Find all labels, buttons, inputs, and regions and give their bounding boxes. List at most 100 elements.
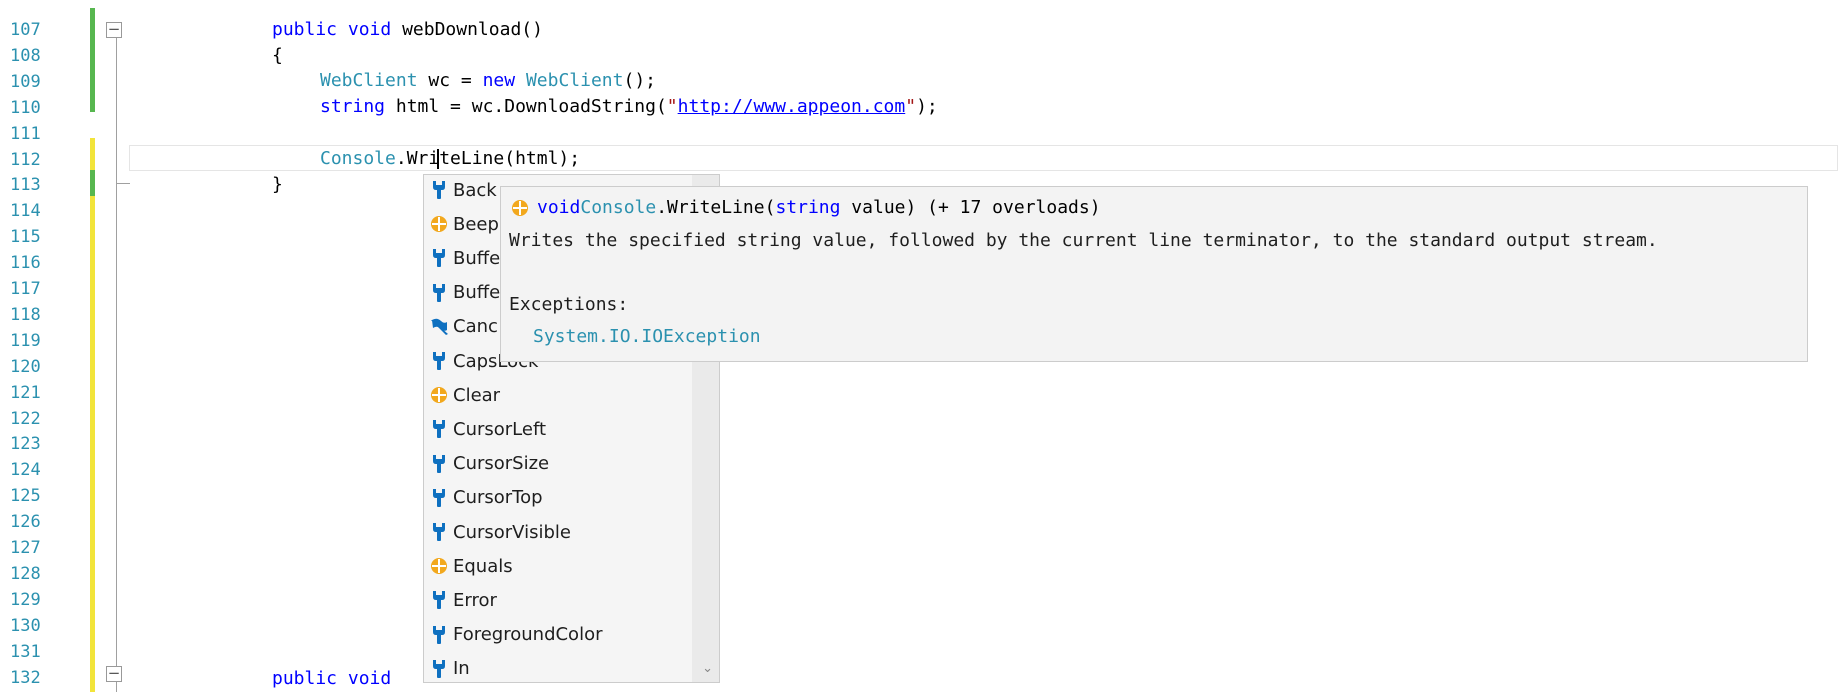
- line-number: 126: [10, 512, 41, 533]
- line-number: 119: [10, 330, 41, 351]
- completion-item[interactable]: Back: [430, 175, 497, 207]
- completion-item-label: Equals: [453, 555, 513, 577]
- property-wrench-icon: [430, 521, 448, 543]
- brace: }: [272, 174, 283, 195]
- completion-item[interactable]: In: [430, 652, 470, 682]
- code-line-132[interactable]: public void: [272, 666, 391, 692]
- property-wrench-icon: [430, 624, 448, 646]
- completion-item-label: Buffe: [453, 247, 501, 269]
- line-number: 116: [10, 253, 41, 274]
- keyword: new: [482, 70, 516, 91]
- quick-info-tooltip: void Console .WriteLine(string value) (+ …: [500, 186, 1808, 362]
- line-number: 117: [10, 279, 41, 299]
- line-number: 132: [10, 667, 41, 688]
- code-editor[interactable]: 107 108 109 110 111 112 113 114 115 116 117 118 119 1…: [0, 0, 1838, 692]
- property-wrench-icon: [430, 487, 448, 509]
- code-text: html = wc.DownloadString(: [385, 96, 667, 117]
- line-number: 128: [10, 563, 41, 584]
- type-name: Console: [320, 148, 396, 169]
- type-name: WebClient: [320, 70, 418, 91]
- property-wrench-icon: [430, 350, 448, 372]
- saved-change-bar: [90, 170, 95, 196]
- completion-item[interactable]: Equals: [430, 549, 513, 583]
- property-wrench-icon: [430, 179, 448, 201]
- code-line-110[interactable]: string html = wc.DownloadString( "http://…: [320, 94, 938, 120]
- code-text: .WriteLine(html);: [395, 148, 581, 169]
- completion-item-label: CursorVisible: [453, 521, 571, 543]
- completion-item-label: Beep: [453, 213, 499, 235]
- code-line-108[interactable]: {: [272, 43, 283, 69]
- completion-item[interactable]: Error: [430, 583, 497, 617]
- code-line-113[interactable]: }: [272, 172, 283, 198]
- code-line-109[interactable]: WebClient wc = new WebClient();: [320, 68, 656, 94]
- completion-item-label: CursorSize: [453, 453, 550, 475]
- saved-change-bar: [90, 8, 95, 112]
- method-signature: void Console .WriteLine(string value) (+ …: [511, 197, 1101, 218]
- line-number: 129: [10, 589, 41, 610]
- change-bar-gap: [90, 112, 95, 138]
- keyword: public: [272, 19, 338, 40]
- exception-type: System.IO.IOException: [533, 326, 761, 347]
- method-cube-icon: [430, 213, 448, 235]
- completion-item[interactable]: Buffe: [430, 276, 500, 310]
- collapse-toggle-icon[interactable]: −: [106, 22, 122, 38]
- keyword: string: [320, 96, 386, 117]
- completion-item[interactable]: CursorTop: [430, 481, 543, 515]
- method-cube-icon: [430, 384, 448, 406]
- line-number: 120: [10, 356, 41, 377]
- outline-rule: [116, 36, 117, 692]
- property-wrench-icon: [430, 658, 448, 680]
- completion-item-label: CursorLeft: [453, 418, 547, 440]
- line-number: 113: [10, 175, 41, 196]
- keyword: void: [347, 668, 392, 689]
- code-line-112[interactable]: Console.WriteLine(html);: [320, 146, 580, 172]
- method-cube-icon: [430, 555, 448, 577]
- completion-item[interactable]: Canc: [430, 310, 498, 344]
- type-name: Console: [580, 197, 657, 218]
- line-number: 114: [10, 201, 41, 222]
- completion-item[interactable]: Beep: [430, 207, 499, 241]
- completion-item-label: Buffe: [453, 282, 501, 304]
- method-name: .WriteLine(: [656, 197, 776, 218]
- exceptions-heading: Exceptions:: [509, 294, 629, 315]
- completion-item[interactable]: Clear: [430, 378, 500, 412]
- completion-item[interactable]: Buffe: [430, 241, 500, 275]
- property-wrench-icon: [430, 453, 448, 475]
- unsaved-change-bar: [90, 138, 95, 170]
- signature-rest: value) (+ 17 overloads): [840, 197, 1101, 218]
- keyword: string: [775, 197, 841, 218]
- line-number: 111: [10, 123, 41, 144]
- line-number: 127: [10, 538, 41, 558]
- completion-item[interactable]: ForegroundColor: [430, 618, 602, 652]
- line-number: 112: [10, 149, 41, 170]
- line-number: 131: [10, 641, 41, 662]
- url-link[interactable]: http://www.appeon.com: [678, 96, 906, 117]
- code-text: );: [916, 96, 938, 117]
- property-wrench-icon: [430, 247, 448, 269]
- completion-item[interactable]: CursorLeft: [430, 412, 546, 446]
- completion-item-label: Canc: [453, 316, 498, 338]
- collapse-toggle-icon[interactable]: −: [106, 666, 122, 682]
- outline-end-marker: [116, 183, 130, 184]
- keyword: void: [347, 19, 392, 40]
- property-wrench-icon: [430, 418, 448, 440]
- line-number: 130: [10, 615, 41, 636]
- completion-item-label: ForegroundColor: [453, 624, 603, 646]
- unsaved-change-bar: [90, 196, 95, 692]
- line-number: 107: [10, 20, 41, 40]
- line-number: 118: [10, 304, 41, 325]
- line-number: 125: [10, 486, 41, 507]
- line-number: 122: [10, 408, 41, 429]
- chevron-down-icon[interactable]: ⌄: [702, 661, 713, 676]
- line-number: 110: [10, 97, 41, 118]
- text-caret: [437, 149, 439, 169]
- code-line-107[interactable]: public void webDownload(): [272, 17, 543, 43]
- brace: {: [272, 45, 283, 66]
- type-name: WebClient: [525, 70, 624, 91]
- completion-item-label: In: [453, 658, 470, 680]
- method-cube-icon: [512, 199, 528, 216]
- completion-item[interactable]: CursorSize: [430, 447, 549, 481]
- property-wrench-icon: [430, 282, 448, 304]
- completion-item[interactable]: CursorVisible: [430, 515, 571, 549]
- string-quote: ": [905, 96, 917, 117]
